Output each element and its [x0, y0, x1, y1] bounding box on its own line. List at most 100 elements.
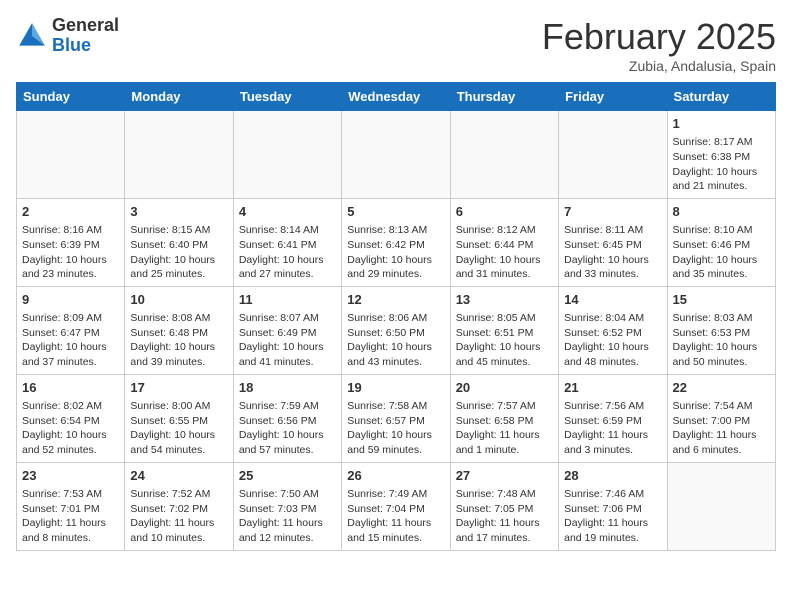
day-cell	[559, 111, 667, 199]
day-info: Sunrise: 7:49 AM Sunset: 7:04 PM Dayligh…	[347, 488, 431, 544]
day-cell: 9Sunrise: 8:09 AM Sunset: 6:47 PM Daylig…	[17, 286, 125, 374]
day-number: 3	[130, 203, 227, 221]
day-info: Sunrise: 7:59 AM Sunset: 6:56 PM Dayligh…	[239, 400, 324, 456]
day-info: Sunrise: 8:12 AM Sunset: 6:44 PM Dayligh…	[456, 224, 541, 280]
day-number: 17	[130, 379, 227, 397]
calendar: SundayMondayTuesdayWednesdayThursdayFrid…	[16, 82, 776, 551]
day-cell: 6 Sunrise: 8:12 AM Sunset: 6:44 PM Daylig…	[450, 198, 558, 286]
day-number: 21	[564, 379, 661, 397]
day-info: Sunrise: 7:50 AM Sunset: 7:03 PM Dayligh…	[239, 488, 323, 544]
day-cell: 8Sunrise: 8:10 AM Sunset: 6:46 PM Daylig…	[667, 198, 775, 286]
day-info: Sunrise: 7:52 AM Sunset: 7:02 PM Dayligh…	[130, 488, 214, 544]
day-number: 7	[564, 203, 661, 221]
week-row-5: 23 Sunrise: 7:53 AM Sunset: 7:01 PM Dayli…	[17, 462, 776, 550]
day-number: 11	[239, 291, 336, 309]
day-cell: 21 Sunrise: 7:56 AM Sunset: 6:59 PM Dayli…	[559, 374, 667, 462]
weekday-header-friday: Friday	[559, 83, 667, 111]
day-cell: 4 Sunrise: 8:14 AM Sunset: 6:41 PM Daylig…	[233, 198, 341, 286]
day-cell: 17 Sunrise: 8:00 AM Sunset: 6:55 PM Dayli…	[125, 374, 233, 462]
day-info: Sunrise: 8:04 AM Sunset: 6:52 PM Dayligh…	[564, 312, 649, 368]
day-number: 4	[239, 203, 336, 221]
page-header: General Blue February 2025 Zubia, Andalu…	[16, 16, 776, 74]
day-cell: 25 Sunrise: 7:50 AM Sunset: 7:03 PM Dayli…	[233, 462, 341, 550]
day-info: Sunrise: 8:11 AM Sunset: 6:45 PM Dayligh…	[564, 224, 649, 280]
week-row-1: 1 Sunrise: 8:17 AM Sunset: 6:38 PM Daylig…	[17, 111, 776, 199]
day-info: Sunrise: 8:15 AM Sunset: 6:40 PM Dayligh…	[130, 224, 215, 280]
day-cell: 15 Sunrise: 8:03 AM Sunset: 6:53 PM Dayli…	[667, 286, 775, 374]
day-cell: 16 Sunrise: 8:02 AM Sunset: 6:54 PM Dayli…	[17, 374, 125, 462]
day-number: 13	[456, 291, 553, 309]
day-number: 5	[347, 203, 444, 221]
weekday-header-thursday: Thursday	[450, 83, 558, 111]
day-cell: 11 Sunrise: 8:07 AM Sunset: 6:49 PM Dayli…	[233, 286, 341, 374]
day-cell: 24Sunrise: 7:52 AM Sunset: 7:02 PM Dayli…	[125, 462, 233, 550]
day-cell: 18 Sunrise: 7:59 AM Sunset: 6:56 PM Dayli…	[233, 374, 341, 462]
day-info: Sunrise: 7:57 AM Sunset: 6:58 PM Dayligh…	[456, 400, 540, 456]
day-cell	[450, 111, 558, 199]
logo-icon	[16, 20, 48, 52]
day-number: 19	[347, 379, 444, 397]
day-info: Sunrise: 7:56 AM Sunset: 6:59 PM Dayligh…	[564, 400, 648, 456]
weekday-header-tuesday: Tuesday	[233, 83, 341, 111]
day-number: 6	[456, 203, 553, 221]
day-number: 27	[456, 467, 553, 485]
week-row-4: 16 Sunrise: 8:02 AM Sunset: 6:54 PM Dayli…	[17, 374, 776, 462]
day-cell	[233, 111, 341, 199]
day-info: Sunrise: 8:05 AM Sunset: 6:51 PM Dayligh…	[456, 312, 541, 368]
day-number: 15	[673, 291, 770, 309]
day-cell: 19 Sunrise: 7:58 AM Sunset: 6:57 PM Dayli…	[342, 374, 450, 462]
day-cell: 12 Sunrise: 8:06 AM Sunset: 6:50 PM Dayli…	[342, 286, 450, 374]
weekday-header-sunday: Sunday	[17, 83, 125, 111]
weekday-header-monday: Monday	[125, 83, 233, 111]
logo: General Blue	[16, 16, 119, 56]
day-info: Sunrise: 7:46 AM Sunset: 7:06 PM Dayligh…	[564, 488, 648, 544]
day-info: Sunrise: 8:03 AM Sunset: 6:53 PM Dayligh…	[673, 312, 758, 368]
day-cell: 20Sunrise: 7:57 AM Sunset: 6:58 PM Dayli…	[450, 374, 558, 462]
day-info: Sunrise: 8:09 AM Sunset: 6:47 PM Dayligh…	[22, 312, 107, 368]
week-row-3: 9Sunrise: 8:09 AM Sunset: 6:47 PM Daylig…	[17, 286, 776, 374]
day-cell	[342, 111, 450, 199]
day-cell: 7 Sunrise: 8:11 AM Sunset: 6:45 PM Daylig…	[559, 198, 667, 286]
day-info: Sunrise: 8:06 AM Sunset: 6:50 PM Dayligh…	[347, 312, 432, 368]
day-number: 10	[130, 291, 227, 309]
day-number: 28	[564, 467, 661, 485]
day-info: Sunrise: 8:07 AM Sunset: 6:49 PM Dayligh…	[239, 312, 324, 368]
day-number: 14	[564, 291, 661, 309]
day-number: 26	[347, 467, 444, 485]
logo-general: General	[52, 16, 119, 36]
day-cell	[125, 111, 233, 199]
day-cell	[667, 462, 775, 550]
day-info: Sunrise: 8:13 AM Sunset: 6:42 PM Dayligh…	[347, 224, 432, 280]
day-cell: 26 Sunrise: 7:49 AM Sunset: 7:04 PM Dayli…	[342, 462, 450, 550]
logo-text: General Blue	[52, 16, 119, 56]
day-cell: 22Sunrise: 7:54 AM Sunset: 7:00 PM Dayli…	[667, 374, 775, 462]
day-info: Sunrise: 8:02 AM Sunset: 6:54 PM Dayligh…	[22, 400, 107, 456]
day-info: Sunrise: 8:00 AM Sunset: 6:55 PM Dayligh…	[130, 400, 215, 456]
day-number: 18	[239, 379, 336, 397]
weekday-header-wednesday: Wednesday	[342, 83, 450, 111]
day-cell: 28 Sunrise: 7:46 AM Sunset: 7:06 PM Dayli…	[559, 462, 667, 550]
week-row-2: 2Sunrise: 8:16 AM Sunset: 6:39 PM Daylig…	[17, 198, 776, 286]
day-number: 23	[22, 467, 119, 485]
day-info: Sunrise: 8:14 AM Sunset: 6:41 PM Dayligh…	[239, 224, 324, 280]
day-cell: 1 Sunrise: 8:17 AM Sunset: 6:38 PM Daylig…	[667, 111, 775, 199]
day-info: Sunrise: 7:58 AM Sunset: 6:57 PM Dayligh…	[347, 400, 432, 456]
day-cell: 2Sunrise: 8:16 AM Sunset: 6:39 PM Daylig…	[17, 198, 125, 286]
day-number: 1	[673, 115, 770, 133]
month-title: February 2025	[542, 16, 776, 58]
day-cell: 5 Sunrise: 8:13 AM Sunset: 6:42 PM Daylig…	[342, 198, 450, 286]
day-number: 25	[239, 467, 336, 485]
day-cell	[17, 111, 125, 199]
day-info: Sunrise: 8:17 AM Sunset: 6:38 PM Dayligh…	[673, 136, 758, 192]
day-info: Sunrise: 8:08 AM Sunset: 6:48 PM Dayligh…	[130, 312, 215, 368]
day-cell: 23 Sunrise: 7:53 AM Sunset: 7:01 PM Dayli…	[17, 462, 125, 550]
weekday-header-saturday: Saturday	[667, 83, 775, 111]
day-number: 8	[673, 203, 770, 221]
day-number: 12	[347, 291, 444, 309]
day-number: 16	[22, 379, 119, 397]
day-number: 2	[22, 203, 119, 221]
day-cell: 27Sunrise: 7:48 AM Sunset: 7:05 PM Dayli…	[450, 462, 558, 550]
day-cell: 3 Sunrise: 8:15 AM Sunset: 6:40 PM Daylig…	[125, 198, 233, 286]
day-info: Sunrise: 7:53 AM Sunset: 7:01 PM Dayligh…	[22, 488, 106, 544]
day-info: Sunrise: 7:54 AM Sunset: 7:00 PM Dayligh…	[673, 400, 757, 456]
